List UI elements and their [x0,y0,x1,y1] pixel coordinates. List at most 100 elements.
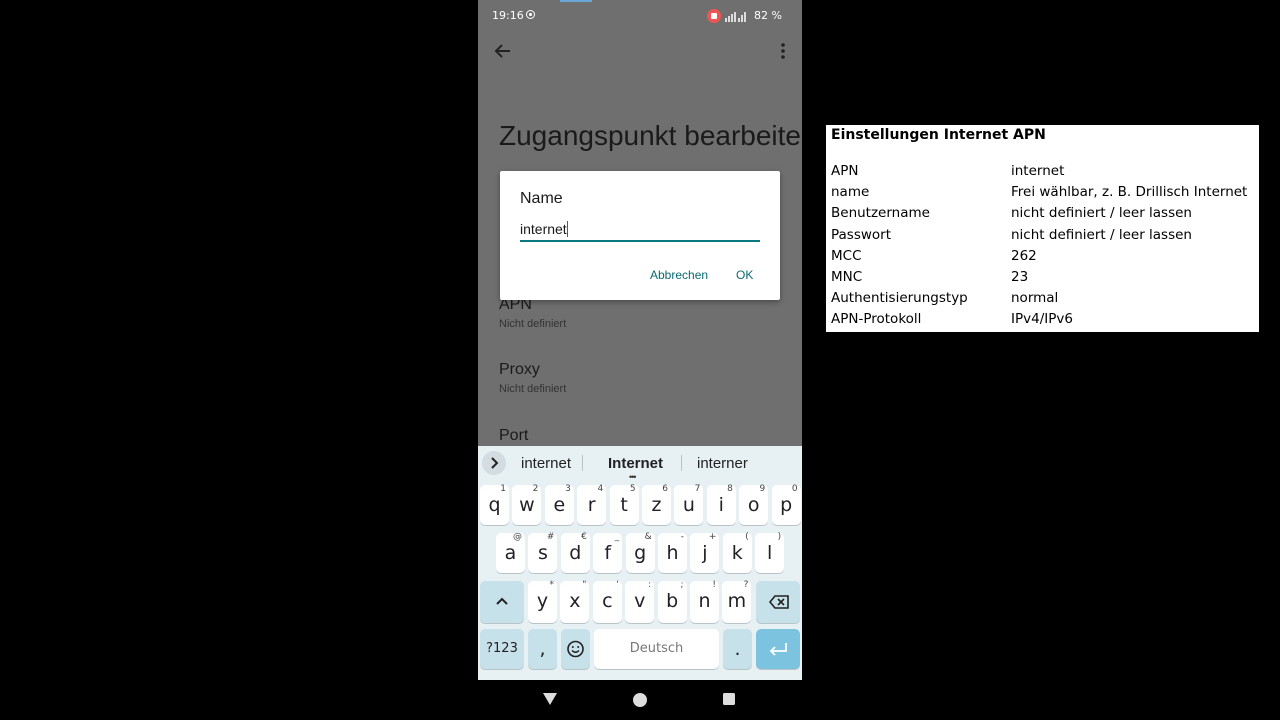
more-suggestions-icon: ••• [629,472,637,482]
suggestion-2[interactable]: Internet [608,455,663,472]
signal-icon [725,12,746,22]
panel-row-value: IPv4/IPv6 [1011,311,1073,328]
key-secondary-label: ? [743,580,749,590]
shift-icon [496,597,508,605]
key-m[interactable]: m? [722,580,752,623]
name-dialog: Name internet Abbrechen OK [500,171,780,300]
key-label: n [698,590,711,612]
key-secondary-label: 1 [500,484,506,494]
keyboard: internet Internet ••• interner q1w2e3r4t… [478,446,802,680]
cancel-button[interactable]: Abbrechen [650,268,708,282]
nav-recents-icon[interactable] [722,692,736,706]
key-h[interactable]: h- [658,532,687,573]
suggestion-3[interactable]: interner [697,455,748,472]
panel-row-key: MNC [831,269,863,285]
key-label: i [718,494,724,516]
backspace-key[interactable] [756,581,800,623]
key-label: c [602,590,613,612]
key-t[interactable]: t5 [609,484,639,525]
key-secondary-label: 8 [727,484,733,494]
key-label: h [666,542,679,564]
comma-key-label: , [539,638,546,660]
nav-home-icon[interactable] [632,692,648,708]
key-f[interactable]: f _ [593,532,623,573]
key-y[interactable]: y * [528,580,557,623]
enter-key[interactable] [756,629,800,669]
key-a[interactable]: a @ [496,532,525,573]
expand-toolbar-button[interactable] [482,451,506,475]
key-label: u [682,494,695,516]
key-q[interactable]: q1 [480,484,509,525]
key-u[interactable]: u7 [674,484,704,525]
setting-value: Nicht definiert [499,318,567,330]
key-secondary-label: ; [680,580,684,590]
key-label: v [634,590,646,612]
panel-row-value: Frei wählbar, z. B. Drillisch Internet [1011,184,1248,201]
key-label: q [488,494,501,516]
key-secondary-label: 5 [629,484,636,494]
emoji-icon [567,640,584,658]
key-s[interactable]: s # [528,532,558,573]
setting-label: Port [499,427,529,444]
key-v[interactable]: v: [625,580,655,623]
setting-port[interactable]: Port [499,427,528,445]
key-secondary-label: _ [614,532,620,542]
key-label: e [553,494,566,516]
panel-row-value: nicht definiert / leer lassen [1011,226,1192,243]
name-input[interactable]: internet [520,220,760,242]
apn-settings-panel: Einstellungen Internet APN APN internet na… [826,125,1259,332]
suggestion-bar: internet Internet ••• interner [478,446,802,482]
space-key[interactable]: Deutsch [594,629,719,669]
key-x[interactable]: x " [560,580,590,623]
status-time: 19:16 [492,9,524,22]
panel-row-value: internet [1011,163,1065,179]
key-secondary-label: 9 [759,484,766,494]
ok-button[interactable]: OK [736,268,753,282]
shift-key[interactable] [480,581,524,623]
key-j[interactable]: j + [690,532,720,573]
key-d[interactable]: d € [560,532,590,573]
panel-row-key: MCC [831,247,862,264]
key-r[interactable]: r4 [577,484,607,525]
key-secondary-label: 4 [597,484,604,494]
panel-row-value: 262 [1011,247,1037,264]
key-l[interactable]: l) [755,532,785,573]
enter-icon [769,643,787,656]
panel-row-value: normal [1011,290,1059,307]
back-arrow-icon[interactable] [492,40,514,62]
key-label: x [569,590,581,612]
symbols-key[interactable]: ?123 [480,629,524,669]
key-e[interactable]: e3 [544,484,574,525]
recording-icon [707,9,721,23]
panel-row-value: nicht definiert / leer lassen [1011,205,1192,222]
key-p[interactable]: p0 [771,484,801,525]
key-b[interactable]: b; [657,580,687,623]
emoji-key[interactable] [561,629,590,669]
key-secondary-label: ' [616,580,619,590]
navigation-bar [478,680,802,720]
key-label: d [569,542,582,564]
key-i[interactable]: i8 [706,484,736,525]
setting-apn[interactable]: APN Nicht definiert [499,296,566,330]
more-options-icon[interactable] [778,40,788,62]
panel-row-key: Authentisierungstyp [831,290,968,307]
key-secondary-label: " [582,580,587,590]
key-secondary-label: & [644,532,652,542]
period-key[interactable]: . [723,629,752,669]
comma-key[interactable]: , [528,629,557,669]
divider [582,455,583,471]
nav-back-icon[interactable] [542,692,558,706]
name-input-value: internet [520,221,567,237]
key-k[interactable]: k( [722,532,752,573]
key-z[interactable]: z6 [642,484,671,525]
key-secondary-label: ) [777,532,782,542]
suggestion-1[interactable]: internet [521,455,571,472]
key-w[interactable]: w2 [512,484,542,525]
key-c[interactable]: c ' [592,580,622,623]
key-secondary-label: 0 [791,484,798,494]
key-g[interactable]: g & [625,532,655,573]
key-o[interactable]: o9 [739,484,769,525]
setting-proxy[interactable]: Proxy Nicht definiert [499,361,566,395]
key-n[interactable]: n! [690,580,719,623]
dialog-title: Name [520,190,563,207]
